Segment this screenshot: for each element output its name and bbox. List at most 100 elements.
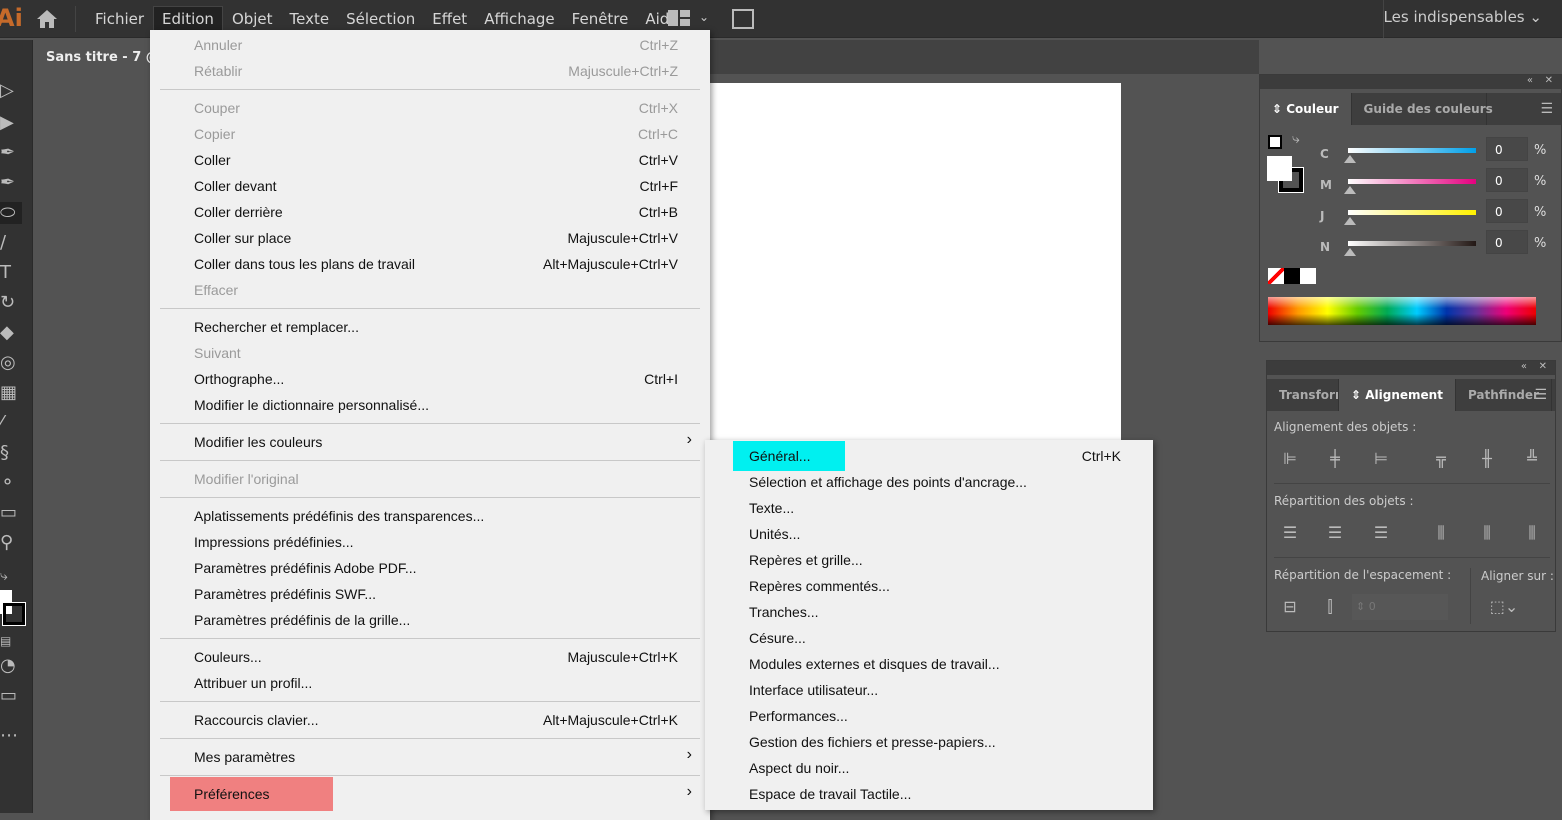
- white-swatch[interactable]: [1300, 268, 1316, 284]
- collapse-icon[interactable]: «: [1527, 75, 1533, 86]
- puppet-warp-tool-icon[interactable]: §: [0, 442, 22, 464]
- menu-item-rechercher-et-remplacer[interactable]: Rechercher et remplacer...: [150, 314, 710, 340]
- swap-colors-icon[interactable]: ⤷: [0, 565, 22, 587]
- menu-fenetre[interactable]: Fenêtre: [564, 7, 637, 31]
- align-right-icon[interactable]: ⊨: [1370, 449, 1392, 471]
- slider-value-input[interactable]: 0: [1486, 230, 1528, 254]
- tab-transform[interactable]: Transform: [1267, 379, 1339, 411]
- menu-item-coller-derriere[interactable]: Coller derrière Ctrl+B: [150, 199, 710, 225]
- pen-tool-icon[interactable]: ✒: [0, 142, 22, 164]
- align-left-icon[interactable]: ⊫: [1279, 449, 1301, 471]
- ellipse-tool-icon[interactable]: ⬭: [0, 202, 22, 224]
- more-tools-icon[interactable]: ⋯: [0, 725, 22, 747]
- menu-item-performances[interactable]: Performances...: [705, 703, 1153, 729]
- align-bottom-icon[interactable]: ╩: [1521, 449, 1543, 471]
- menu-item-aspect-du-noir[interactable]: Aspect du noir...: [705, 755, 1153, 781]
- fill-swatch[interactable]: [1267, 156, 1292, 181]
- menu-item-selection-et-affichage-des-points-d-ancrage[interactable]: Sélection et affichage des points d'ancr…: [705, 469, 1153, 495]
- share-icon[interactable]: [732, 9, 754, 29]
- menu-item-coller-sur-place[interactable]: Coller sur place Majuscule+Ctrl+V: [150, 225, 710, 251]
- align-hcenter-icon[interactable]: ╪: [1324, 449, 1346, 471]
- spacing-input[interactable]: ⇕ 0: [1352, 594, 1448, 620]
- gradient-tool-icon[interactable]: ▦: [0, 382, 22, 404]
- slider-value-input[interactable]: 0: [1486, 168, 1528, 192]
- menu-item-interface-utilisateur[interactable]: Interface utilisateur...: [705, 677, 1153, 703]
- slider-thumb[interactable]: [1344, 186, 1356, 194]
- slider-thumb[interactable]: [1344, 248, 1356, 256]
- menu-item-modifier-les-couleurs[interactable]: Modifier les couleurs ›: [150, 429, 710, 455]
- color-slider[interactable]: [1348, 148, 1476, 153]
- menu-affichage[interactable]: Affichage: [476, 7, 562, 31]
- direct-selection-tool-icon[interactable]: ▷: [0, 80, 22, 102]
- close-icon[interactable]: ✕: [1539, 361, 1547, 372]
- tab-guide-couleurs[interactable]: Guide des couleurs: [1352, 93, 1493, 125]
- color-slider[interactable]: [1348, 210, 1476, 215]
- panel-menu-icon[interactable]: ☰: [1534, 387, 1547, 403]
- menu-item-aplatissements-predefinis-des-transparences[interactable]: Aplatissements prédéfinis des transparen…: [150, 503, 710, 529]
- menu-item-texte[interactable]: Texte...: [705, 495, 1153, 521]
- menu-item-preferences[interactable]: Préférences ›: [150, 777, 710, 811]
- menu-item-coller-dans-tous-les-plans-de-travail[interactable]: Coller dans tous les plans de travail Alt…: [150, 251, 710, 277]
- none-swatch[interactable]: [1268, 268, 1284, 284]
- menu-item-coller-devant[interactable]: Coller devant Ctrl+F: [150, 173, 710, 199]
- default-colors-icon[interactable]: [1268, 135, 1282, 149]
- menu-item-unites[interactable]: Unités...: [705, 521, 1153, 547]
- shape-builder-tool-icon[interactable]: ◎: [0, 352, 22, 374]
- arrange-documents-icon[interactable]: [668, 10, 690, 26]
- tab-couleur[interactable]: ⇕ Couleur: [1260, 93, 1352, 125]
- menu-item-gestion-des-fichiers-et-presse-papiers[interactable]: Gestion des fichiers et presse-papiers..…: [705, 729, 1153, 755]
- zoom-tool-icon[interactable]: ⚲: [0, 532, 22, 554]
- chevron-down-icon[interactable]: ⌄: [699, 10, 709, 24]
- panel-menu-icon[interactable]: ☰: [1540, 101, 1553, 117]
- group-selection-tool-icon[interactable]: ▶: [0, 112, 22, 134]
- collapse-icon[interactable]: «: [1521, 361, 1527, 372]
- distribute-right-icon[interactable]: ⫼: [1521, 523, 1543, 545]
- eraser-tool-icon[interactable]: ◆: [0, 322, 22, 344]
- symbol-sprayer-tool-icon[interactable]: ⚬: [0, 472, 22, 494]
- menu-selection[interactable]: Sélection: [338, 7, 423, 31]
- swap-colors-icon[interactable]: ⤷: [1292, 131, 1300, 147]
- menu-item-impressions-predefinies[interactable]: Impressions prédéfinies...: [150, 529, 710, 555]
- menu-item-parametres-predefinis-adobe-pdf[interactable]: Paramètres prédéfinis Adobe PDF...: [150, 555, 710, 581]
- menu-item-mes-parametres[interactable]: Mes paramètres ›: [150, 744, 710, 770]
- menu-item-tranches[interactable]: Tranches...: [705, 599, 1153, 625]
- eyedropper-tool-icon[interactable]: ⁄: [0, 412, 22, 434]
- type-tool-icon[interactable]: T: [0, 262, 22, 284]
- stroke-swatch[interactable]: [2, 602, 26, 626]
- horizontal-spacing-icon[interactable]: ⫿: [1319, 597, 1341, 619]
- menu-item-coller[interactable]: Coller Ctrl+V: [150, 147, 710, 173]
- workspace-switcher[interactable]: Les indispensables ⌄: [1384, 8, 1542, 26]
- menu-item-espace-de-travail-tactile[interactable]: Espace de travail Tactile...: [705, 781, 1153, 807]
- document-tab[interactable]: Sans titre - 7 @: [34, 40, 154, 74]
- slider-thumb[interactable]: [1344, 155, 1356, 163]
- color-spectrum[interactable]: [1268, 297, 1536, 325]
- slider-thumb[interactable]: [1344, 217, 1356, 225]
- distribute-vcenter-icon[interactable]: ☰: [1324, 523, 1346, 545]
- vertical-spacing-icon[interactable]: ⊟: [1279, 597, 1301, 619]
- distribute-hcenter-icon[interactable]: ⫼: [1476, 523, 1498, 545]
- close-icon[interactable]: ✕: [1545, 75, 1553, 86]
- distribute-left-icon[interactable]: ⫼: [1430, 523, 1452, 545]
- home-icon[interactable]: [36, 9, 58, 29]
- menu-item-general[interactable]: Général... Ctrl+K: [705, 441, 1153, 471]
- menu-item-attribuer-un-profil[interactable]: Attribuer un profil...: [150, 670, 710, 696]
- black-swatch[interactable]: [1284, 268, 1300, 284]
- screen-mode-icon[interactable]: ▭: [0, 685, 22, 707]
- menu-objet[interactable]: Objet: [224, 7, 281, 31]
- artboard[interactable]: [706, 83, 1121, 443]
- color-slider[interactable]: [1348, 241, 1476, 246]
- align-to-selection-dropdown[interactable]: ⬚⌄: [1487, 597, 1521, 619]
- slider-value-input[interactable]: 0: [1486, 199, 1528, 223]
- align-top-icon[interactable]: ╦: [1430, 449, 1452, 471]
- drawing-mode-icon[interactable]: ◔: [0, 655, 22, 677]
- menu-fichier[interactable]: Fichier: [87, 7, 152, 31]
- menu-item-orthographe[interactable]: Orthographe... Ctrl+I: [150, 366, 710, 392]
- menu-item-parametres-predefinis-swf[interactable]: Paramètres prédéfinis SWF...: [150, 581, 710, 607]
- color-slider[interactable]: [1348, 179, 1476, 184]
- rotate-tool-icon[interactable]: ↻: [0, 292, 22, 314]
- menu-item-couleurs[interactable]: Couleurs... Majuscule+Ctrl+K: [150, 644, 710, 670]
- menu-item-raccourcis-clavier[interactable]: Raccourcis clavier... Alt+Majuscule+Ctrl+…: [150, 707, 710, 733]
- menu-item-modifier-le-dictionnaire-personnalise[interactable]: Modifier le dictionnaire personnalisé...: [150, 392, 710, 418]
- curvature-tool-icon[interactable]: ✒: [0, 172, 22, 194]
- align-vcenter-icon[interactable]: ╫: [1476, 449, 1498, 471]
